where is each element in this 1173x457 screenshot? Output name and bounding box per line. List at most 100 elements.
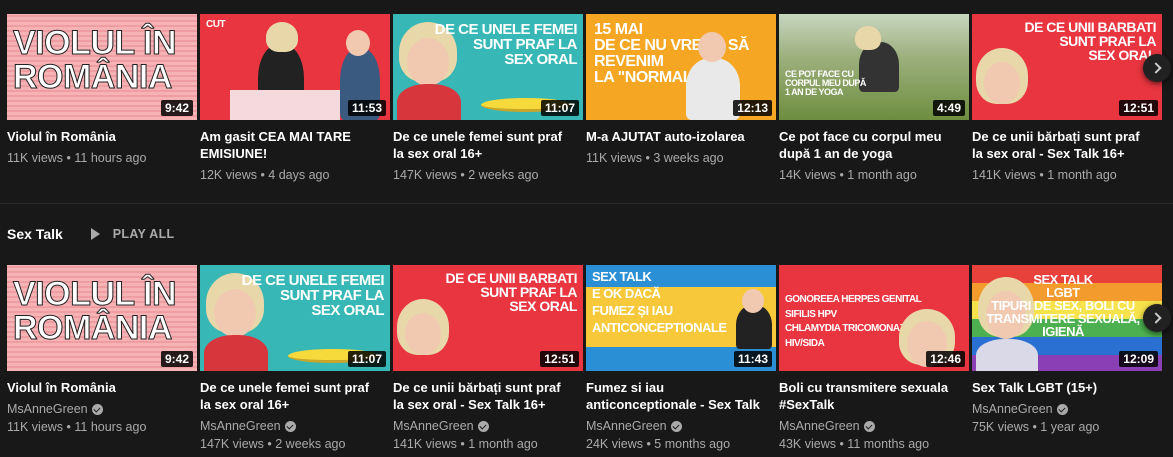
video-meta: 11K views • 3 weeks ago bbox=[586, 151, 724, 165]
video-meta: 11K views • 11 hours ago bbox=[7, 151, 147, 165]
video-title[interactable]: De ce unele femei sunt praf la sex oral … bbox=[200, 379, 382, 413]
video-thumbnail[interactable]: De ce unele femei sunt praf la sex oral … bbox=[200, 265, 390, 371]
video-thumbnail[interactable]: Sex Talk E ok dacă fumez și iau anticonc… bbox=[586, 265, 776, 371]
play-all-label: PLAY ALL bbox=[112, 227, 175, 241]
video-title[interactable]: Violul în România bbox=[7, 128, 189, 145]
video-card[interactable]: 15 mai de ce nu vreau să revenim la "nor… bbox=[586, 14, 776, 182]
duration-badge: 12:46 bbox=[926, 351, 965, 367]
chevron-right-icon bbox=[1149, 312, 1162, 324]
video-thumbnail[interactable]: De ce unele femei sunt praf la sex oral … bbox=[393, 14, 583, 120]
person-face bbox=[405, 313, 441, 355]
verified-icon bbox=[284, 420, 296, 432]
verified-icon bbox=[670, 420, 682, 432]
thumbnail-text: Sex Talk LGBT Tipuri de sex, boli cu tra… bbox=[986, 272, 1140, 339]
thumbnail-text: Sex Talk E ok dacă fumez și iau anticonc… bbox=[592, 269, 727, 335]
video-thumbnail[interactable]: CUT 11:53 bbox=[200, 14, 390, 120]
video-thumbnail[interactable]: Violul în România 9:42 bbox=[7, 14, 197, 120]
video-card[interactable]: CUT 11:53 Am gasit CEA MAI TARE EMISIUNE… bbox=[200, 14, 390, 182]
video-title[interactable]: M-a AJUTAT auto-izolarea bbox=[586, 128, 768, 145]
verified-icon bbox=[91, 403, 103, 415]
table-prop bbox=[230, 90, 340, 120]
video-title[interactable]: Violul în România bbox=[7, 379, 189, 396]
channel-name-label: MsAnneGreen bbox=[200, 419, 281, 433]
shelf-next-button[interactable] bbox=[1143, 54, 1171, 82]
duration-badge: 9:42 bbox=[160, 351, 193, 367]
video-meta: 147K views • 2 weeks ago bbox=[393, 168, 539, 182]
video-title[interactable]: Boli cu transmitere sexuala #SexTalk bbox=[779, 379, 961, 413]
video-meta: 141K views • 1 month ago bbox=[972, 168, 1117, 182]
channel-name[interactable]: MsAnneGreen bbox=[972, 402, 1154, 416]
video-thumbnail[interactable]: 15 mai de ce nu vreau să revenim la "nor… bbox=[586, 14, 776, 120]
duration-badge: 12:13 bbox=[733, 100, 772, 116]
channel-name-label: MsAnneGreen bbox=[7, 402, 88, 416]
video-thumbnail[interactable]: Ce pot face cu corpul meu după 1 an de y… bbox=[779, 14, 969, 120]
video-card[interactable]: Violul în România 9:42 Violul în România… bbox=[7, 265, 197, 451]
shelf-title[interactable]: Sex Talk bbox=[7, 226, 63, 242]
video-meta: 12K views • 4 days ago bbox=[200, 168, 330, 182]
channel-name[interactable]: MsAnneGreen bbox=[393, 419, 575, 433]
verified-icon bbox=[477, 420, 489, 432]
person-face bbox=[346, 30, 370, 56]
play-all-button[interactable]: PLAY ALL bbox=[90, 227, 175, 241]
thumbnail-text: De ce unele femei sunt praf la sex oral bbox=[434, 21, 578, 68]
person-hair bbox=[855, 26, 881, 50]
video-row-sex-talk: Violul în România 9:42 Violul în România… bbox=[7, 265, 1162, 451]
video-thumbnail[interactable]: Violul în România 9:42 bbox=[7, 265, 197, 371]
video-thumbnail[interactable]: Gonoreea Herpes genital Sifilis HPV Chla… bbox=[779, 265, 969, 371]
person-figure bbox=[397, 84, 461, 120]
duration-badge: 12:09 bbox=[1119, 351, 1158, 367]
video-meta: 147K views • 2 weeks ago bbox=[200, 437, 346, 451]
video-meta: 14K views • 1 month ago bbox=[779, 168, 917, 182]
video-title[interactable]: De ce unele femei sunt praf la sex oral … bbox=[393, 128, 575, 162]
channel-name-label: MsAnneGreen bbox=[586, 419, 667, 433]
video-card[interactable]: De ce unele femei sunt praf la sex oral … bbox=[200, 265, 390, 451]
video-meta: 43K views • 11 months ago bbox=[779, 437, 930, 451]
duration-badge: 9:42 bbox=[160, 100, 193, 116]
video-card[interactable]: Sex Talk LGBT Tipuri de sex, boli cu tra… bbox=[972, 265, 1162, 451]
video-title[interactable]: Am gasit CEA MAI TARE EMISIUNE! bbox=[200, 128, 382, 162]
video-card[interactable]: Sex Talk E ok dacă fumez și iau anticonc… bbox=[586, 265, 776, 451]
video-row-top: Violul în România 9:42 Violul în România… bbox=[7, 14, 1162, 182]
video-title[interactable]: Sex Talk LGBT (15+) bbox=[972, 379, 1154, 396]
thumbnail-text: De ce unii barbati sunt praf la sex oral bbox=[445, 270, 577, 314]
video-title[interactable]: De ce unii bărbați sunt praf la sex oral… bbox=[393, 379, 575, 413]
thumbnail-text: CUT bbox=[206, 19, 226, 30]
video-thumbnail[interactable]: De ce unii barbati sunt praf la sex oral… bbox=[972, 14, 1162, 120]
video-meta: 11K views • 11 hours ago bbox=[7, 420, 147, 434]
video-title[interactable]: Ce pot face cu corpul meu după 1 an de y… bbox=[779, 128, 961, 162]
thumbnail-text: Violul în România bbox=[13, 275, 178, 347]
channel-name-label: MsAnneGreen bbox=[972, 402, 1053, 416]
verified-icon bbox=[863, 420, 875, 432]
video-meta: 24K views • 5 months ago bbox=[586, 437, 731, 451]
video-card[interactable]: De ce unii barbati sunt praf la sex oral… bbox=[393, 265, 583, 451]
person-figure bbox=[204, 335, 268, 371]
video-card[interactable]: Gonoreea Herpes genital Sifilis HPV Chla… bbox=[779, 265, 969, 451]
video-meta: 141K views • 1 month ago bbox=[393, 437, 538, 451]
duration-badge: 11:43 bbox=[733, 351, 772, 367]
duration-badge: 11:07 bbox=[347, 351, 386, 367]
channel-name[interactable]: MsAnneGreen bbox=[200, 419, 382, 433]
channel-name[interactable]: MsAnneGreen bbox=[586, 419, 768, 433]
video-thumbnail[interactable]: De ce unii barbati sunt praf la sex oral… bbox=[393, 265, 583, 371]
video-card[interactable]: De ce unii barbati sunt praf la sex oral… bbox=[972, 14, 1162, 182]
channel-name-label: MsAnneGreen bbox=[779, 419, 860, 433]
shelf-next-button[interactable] bbox=[1143, 304, 1171, 332]
person-face bbox=[984, 62, 1020, 104]
video-card[interactable]: Ce pot face cu corpul meu după 1 an de y… bbox=[779, 14, 969, 182]
play-icon bbox=[90, 228, 100, 240]
chevron-right-icon bbox=[1149, 62, 1162, 74]
channel-name[interactable]: MsAnneGreen bbox=[779, 419, 961, 433]
video-card[interactable]: Violul în România 9:42 Violul în România… bbox=[7, 14, 197, 182]
thumbnail-text: Violul în România bbox=[13, 24, 178, 96]
person-face bbox=[698, 32, 726, 62]
video-card[interactable]: De ce unele femei sunt praf la sex oral … bbox=[393, 14, 583, 182]
channel-name[interactable]: MsAnneGreen bbox=[7, 402, 189, 416]
duration-badge: 11:07 bbox=[540, 100, 579, 116]
person-hair bbox=[266, 22, 298, 52]
thumbnail-text: De ce unii barbati sunt praf la sex oral bbox=[1024, 19, 1156, 63]
duration-badge: 4:49 bbox=[932, 100, 965, 116]
video-title[interactable]: Fumez si iau anticonceptionale - Sex Tal… bbox=[586, 379, 768, 413]
video-title[interactable]: De ce unii bărbați sunt praf la sex oral… bbox=[972, 128, 1154, 162]
person-face bbox=[742, 289, 764, 313]
video-thumbnail[interactable]: Sex Talk LGBT Tipuri de sex, boli cu tra… bbox=[972, 265, 1162, 371]
